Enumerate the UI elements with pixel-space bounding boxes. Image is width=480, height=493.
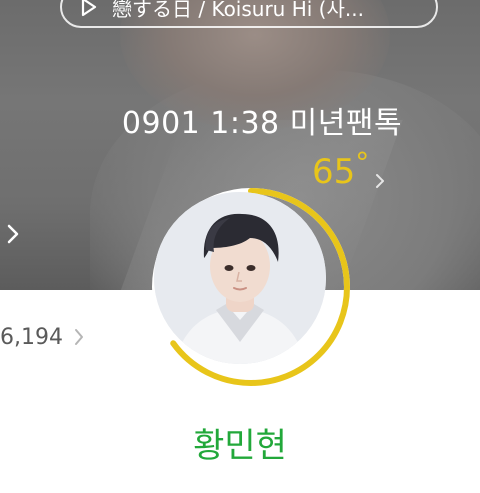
chevron-right-icon: [376, 174, 385, 188]
avatar[interactable]: [154, 192, 326, 364]
visitor-count[interactable]: 6,194: [0, 320, 85, 354]
chevron-right-icon[interactable]: [6, 222, 20, 246]
profile-music-button[interactable]: 戀する日 / Koisuru Hi (사...: [60, 0, 438, 28]
temperature-value: 65: [312, 152, 356, 192]
profile-name: 황민현: [193, 426, 287, 466]
music-title: 戀する日 / Koisuru Hi (사...: [112, 0, 364, 21]
status-message[interactable]: 0901 1:38 미년팬톡: [0, 98, 480, 142]
temperature[interactable]: 65 °: [312, 149, 385, 192]
avatar-photo: [154, 192, 326, 364]
temperature-unit: °: [355, 146, 370, 179]
play-icon: [81, 0, 97, 17]
chevron-right-icon: [74, 329, 83, 345]
visitor-count-value: 6,194: [0, 324, 63, 350]
